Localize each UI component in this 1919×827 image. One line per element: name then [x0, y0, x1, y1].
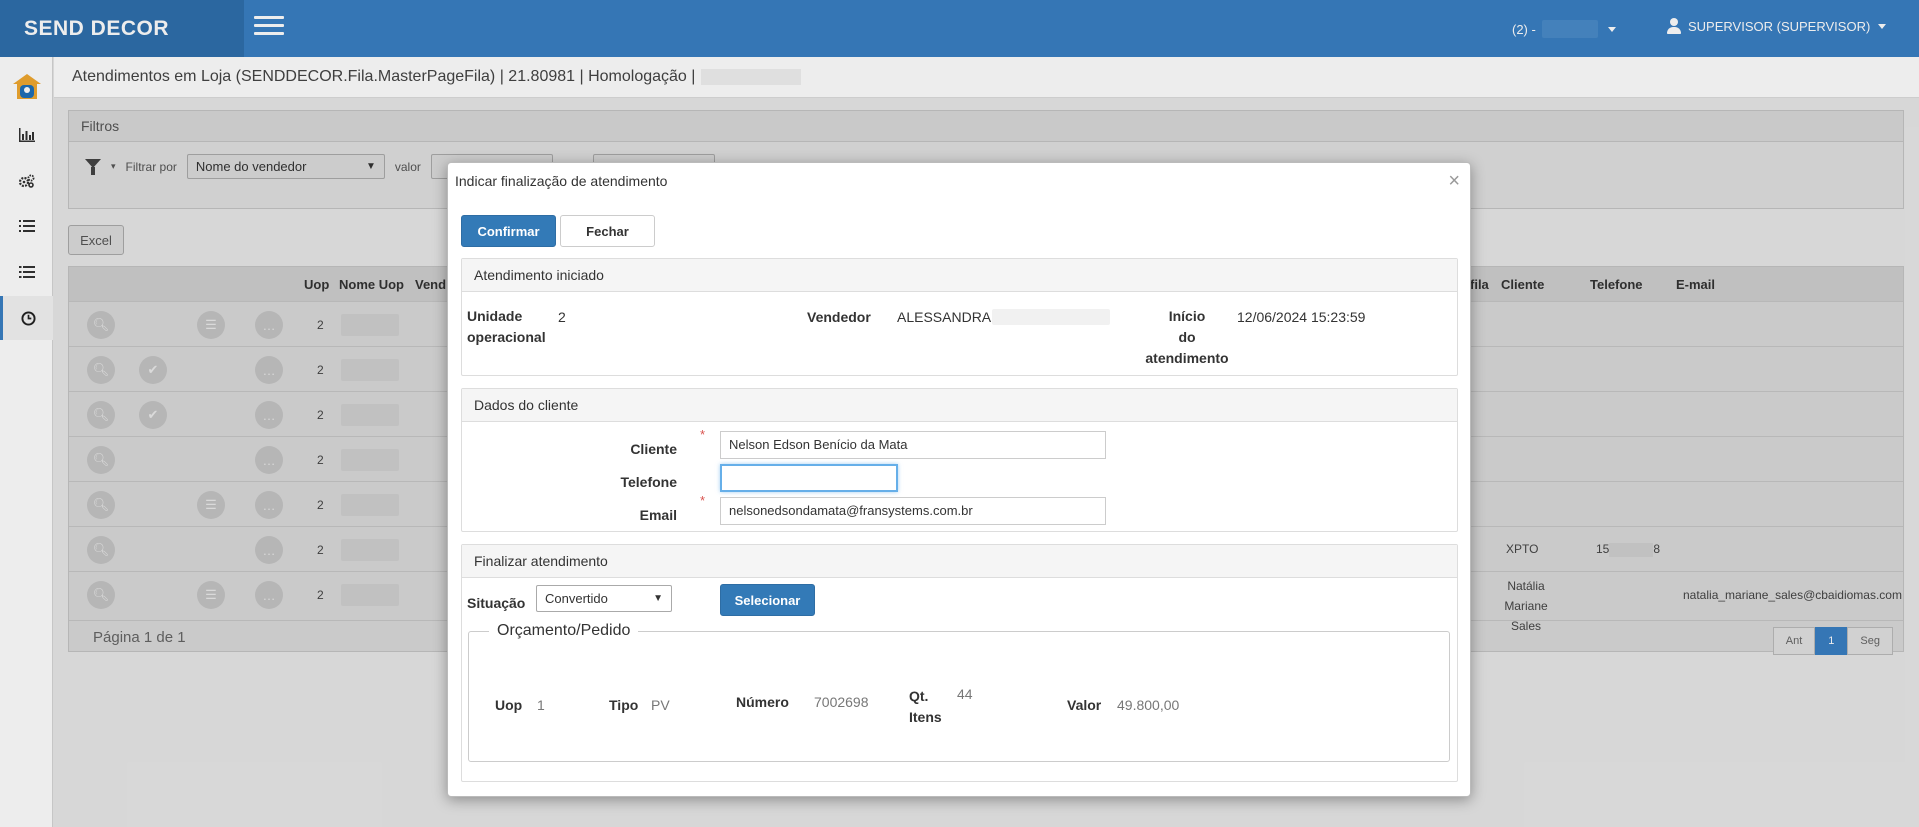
seller-value: ALESSANDRA [897, 309, 992, 325]
start-label: Início do atendimento [1145, 308, 1229, 366]
finish-attendance-modal: Indicar finalização de atendimento × Con… [447, 162, 1471, 797]
order-value-amount: 49.800,00 [1117, 697, 1180, 713]
client-name-input[interactable]: Nelson Edson Benício da Mata [720, 431, 1106, 459]
order-type-value: PV [651, 697, 670, 713]
panel-heading: Finalizar atendimento [462, 545, 1457, 578]
modal-title: Indicar finalização de atendimento [455, 173, 668, 189]
order-qty-value: 44 [957, 686, 973, 702]
client-name-label: Cliente [630, 441, 677, 457]
order-number-value: 7002698 [814, 694, 869, 710]
required-marker: * [700, 427, 706, 442]
client-data-panel: Dados do cliente Cliente * Nelson Edson … [461, 388, 1458, 532]
email-label: Email [639, 507, 677, 523]
order-legend: Orçamento/Pedido [489, 622, 639, 640]
email-input[interactable]: nelsonedsondamata@fransystems.com.br [720, 497, 1106, 525]
unit-label: Unidade operacional [467, 308, 546, 345]
close-icon[interactable]: × [1448, 171, 1460, 191]
order-uop-value: 1 [537, 697, 545, 713]
situation-select[interactable]: Convertido ▼ [536, 585, 672, 612]
phone-label: Telefone [620, 474, 677, 490]
panel-heading: Dados do cliente [462, 389, 1457, 422]
finish-attendance-panel: Finalizar atendimento Situação Convertid… [461, 544, 1458, 782]
seller-surname-redacted [992, 309, 1110, 325]
select-order-button[interactable]: Selecionar [720, 584, 815, 616]
panel-heading: Atendimento iniciado [462, 259, 1457, 292]
phone-input[interactable] [720, 464, 898, 492]
situation-label: Situação [467, 595, 526, 611]
start-datetime: 12/06/2024 15:23:59 [1237, 309, 1366, 325]
order-type-label: Tipo [609, 697, 639, 713]
unit-value: 2 [558, 309, 566, 325]
seller-label: Vendedor [807, 309, 871, 325]
order-value-label: Valor [1067, 697, 1102, 713]
required-marker: * [700, 493, 706, 508]
chevron-down-icon: ▼ [653, 593, 663, 604]
close-button[interactable]: Fechar [560, 215, 655, 247]
confirm-button[interactable]: Confirmar [461, 215, 556, 247]
order-qty-label: Qt. Itens [909, 688, 942, 725]
order-fieldset: Orçamento/Pedido Uop 1 Tipo PV Número 70… [468, 622, 1450, 762]
attendance-started-panel: Atendimento iniciado Unidade operacional … [461, 258, 1458, 376]
order-uop-label: Uop [495, 697, 523, 713]
order-number-label: Número [736, 694, 789, 710]
